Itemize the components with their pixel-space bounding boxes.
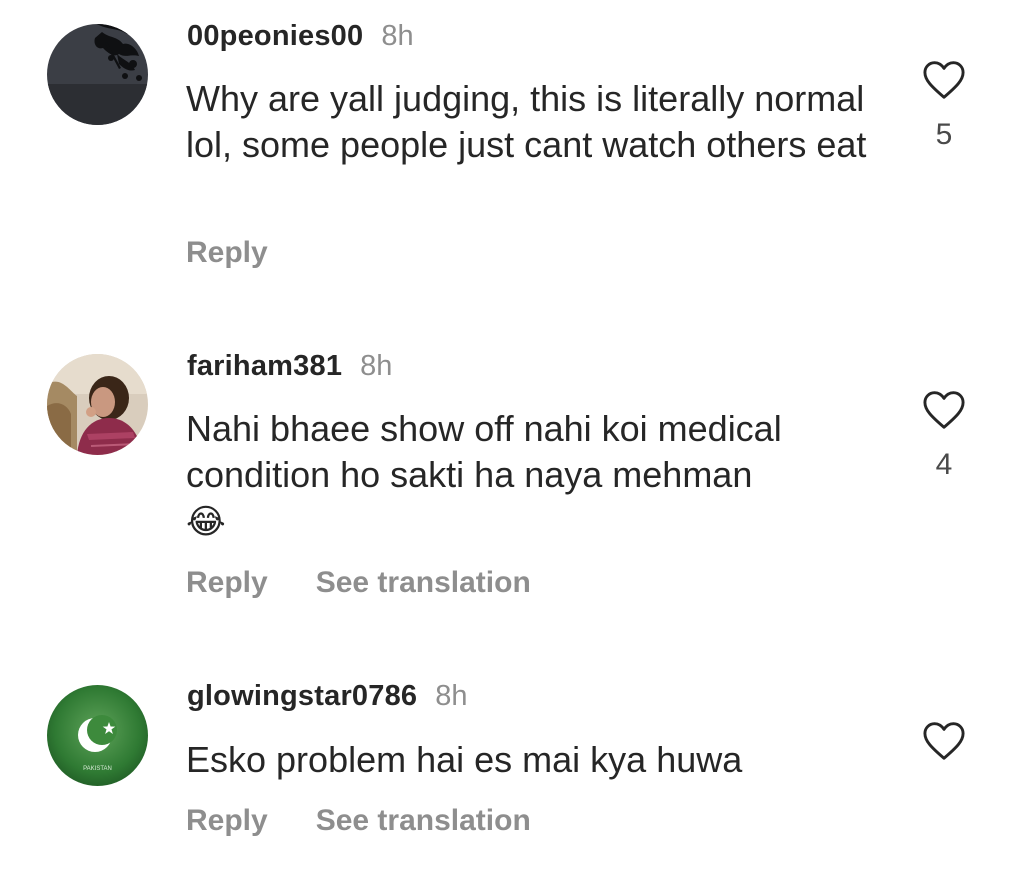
comment-header: glowingstar0786 8h	[187, 680, 468, 713]
avatar-caption: PAKISTAN	[83, 766, 112, 772]
heart-icon[interactable]	[922, 721, 966, 761]
comment-item: PAKISTAN glowingstar0786 8h Esko problem…	[0, 0, 1024, 887]
comment-text: Esko problem hai es mai kya huwa	[186, 737, 886, 783]
user-avatar[interactable]: PAKISTAN	[47, 685, 148, 786]
like-control	[918, 721, 970, 761]
comment-actions: Reply See translation	[186, 804, 531, 838]
pakistan-flag-avatar-icon: PAKISTAN	[47, 685, 148, 786]
see-translation-button[interactable]: See translation	[316, 804, 531, 838]
reply-button[interactable]: Reply	[186, 804, 268, 838]
comment-timestamp: 8h	[435, 680, 468, 712]
comment-body: Esko problem hai es mai kya huwa	[186, 739, 743, 780]
username[interactable]: glowingstar0786	[187, 680, 417, 713]
